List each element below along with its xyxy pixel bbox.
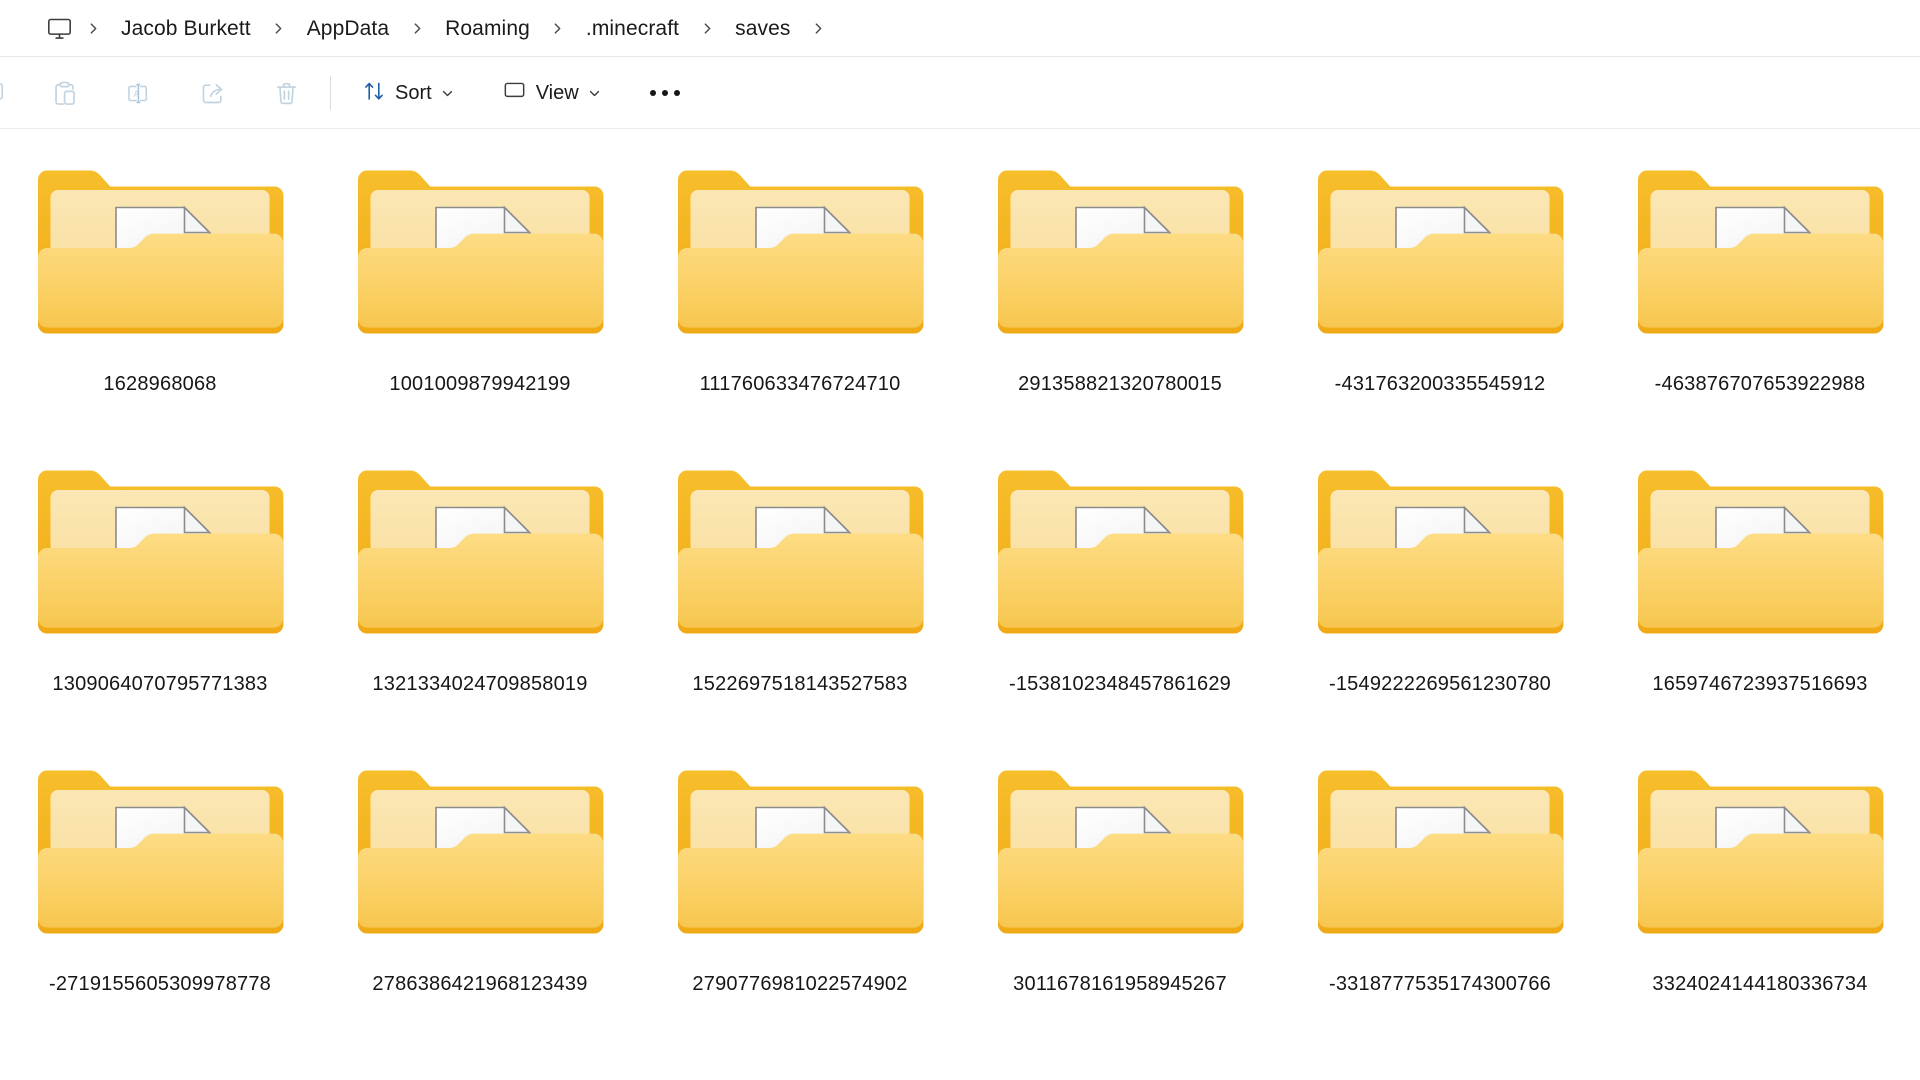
folder-icon <box>1312 457 1568 657</box>
icon-grid: 1628968068 1001009879942199 111760633476… <box>0 151 1920 1051</box>
breadcrumb-chevron-icon[interactable] <box>801 14 835 44</box>
breadcrumb-chevron-icon <box>400 14 434 44</box>
paste-icon[interactable] <box>38 71 90 115</box>
folder-icon <box>672 457 928 657</box>
folder-item[interactable]: 291358821320780015 <box>960 151 1280 451</box>
folder-item-label: 1628968068 <box>103 373 217 395</box>
folder-icon <box>352 757 608 957</box>
folder-icon <box>992 457 1248 657</box>
folder-item[interactable]: 1522697518143527583 <box>640 451 960 751</box>
toolbar-divider <box>330 76 331 110</box>
folder-item[interactable]: 3011678161958945267 <box>960 751 1280 1051</box>
breadcrumb-bar[interactable]: Jacob Burkett AppData Roaming .minecraft… <box>0 0 1920 57</box>
folder-item[interactable]: 1321334024709858019 <box>320 451 640 751</box>
folder-icon <box>672 157 928 357</box>
folder-icon <box>672 757 928 957</box>
folder-item-label: 291358821320780015 <box>1018 373 1222 395</box>
folder-icon <box>1632 157 1888 357</box>
folder-item-label: 2790776981022574902 <box>692 973 908 995</box>
folder-item-label: -463876707653922988 <box>1654 373 1866 395</box>
folder-item-label: -2719155605309978778 <box>49 973 271 995</box>
view-button[interactable]: View <box>489 70 614 116</box>
folder-item-label: 3324024144180336734 <box>1652 973 1868 995</box>
folder-item[interactable]: -1538102348457861629 <box>960 451 1280 751</box>
dot <box>673 90 680 96</box>
folder-item-label: 111760633476724710 <box>699 373 901 395</box>
file-list-view: 1628968068 1001009879942199 111760633476… <box>0 129 1920 1080</box>
folder-item-label: 2786386421968123439 <box>372 973 588 995</box>
sort-button[interactable]: Sort <box>349 70 467 116</box>
folder-item-label: 1309064070795771383 <box>52 673 268 695</box>
delete-icon[interactable] <box>260 71 312 115</box>
sort-icon <box>362 79 386 108</box>
folder-icon <box>992 757 1248 957</box>
copy-icon[interactable] <box>0 71 16 115</box>
folder-item[interactable]: -463876707653922988 <box>1600 151 1920 451</box>
folder-item-label: -1549222269561230780 <box>1329 673 1551 695</box>
folder-item-label: 1001009879942199 <box>389 373 571 395</box>
folder-icon <box>1312 757 1568 957</box>
folder-item[interactable]: -1549222269561230780 <box>1280 451 1600 751</box>
breadcrumb-chevron-icon <box>262 14 296 44</box>
folder-icon <box>32 757 288 957</box>
folder-item-label: 1659746723937516693 <box>1652 673 1868 695</box>
folder-item[interactable]: -431763200335545912 <box>1280 151 1600 451</box>
breadcrumb-item-user[interactable]: Jacob Burkett <box>110 13 262 45</box>
view-label: View <box>535 81 579 104</box>
folder-item-label: -3318777535174300766 <box>1329 973 1551 995</box>
see-more-button[interactable] <box>636 71 694 115</box>
sort-label: Sort <box>395 81 432 104</box>
folder-item[interactable]: 2786386421968123439 <box>320 751 640 1051</box>
rename-icon[interactable]: A <box>112 71 164 115</box>
folder-item[interactable]: -3318777535174300766 <box>1280 751 1600 1051</box>
folder-item[interactable]: 1001009879942199 <box>320 151 640 451</box>
folder-item[interactable]: 1309064070795771383 <box>0 451 320 751</box>
folder-icon <box>32 157 288 357</box>
folder-item-label: 1522697518143527583 <box>692 673 908 695</box>
folder-icon <box>992 157 1248 357</box>
breadcrumb-chevron-icon <box>541 14 575 44</box>
folder-item-label: 1321334024709858019 <box>372 673 588 695</box>
folder-item[interactable]: 1659746723937516693 <box>1600 451 1920 751</box>
folder-icon <box>32 457 288 657</box>
chevron-down-icon <box>441 87 454 100</box>
folder-item[interactable]: 1628968068 <box>0 151 320 451</box>
breadcrumb-item-roaming[interactable]: Roaming <box>434 13 541 45</box>
breadcrumb-item-minecraft[interactable]: .minecraft <box>575 13 690 45</box>
view-monitor-icon <box>502 78 527 108</box>
folder-icon <box>1632 457 1888 657</box>
folder-icon <box>1312 157 1568 357</box>
this-pc-monitor-icon[interactable] <box>42 12 76 46</box>
breadcrumb-chevron-icon <box>76 14 110 44</box>
folder-item-label: -1538102348457861629 <box>1009 673 1231 695</box>
folder-item[interactable]: 111760633476724710 <box>640 151 960 451</box>
folder-item-label: 3011678161958945267 <box>1013 973 1227 995</box>
share-icon[interactable] <box>186 71 238 115</box>
folder-icon <box>1632 757 1888 957</box>
folder-item-label: -431763200335545912 <box>1334 373 1546 395</box>
folder-item[interactable]: -2719155605309978778 <box>0 751 320 1051</box>
chevron-down-icon <box>588 87 601 100</box>
breadcrumb-item-saves[interactable]: saves <box>724 13 801 45</box>
dot <box>649 90 656 96</box>
folder-item[interactable]: 3324024144180336734 <box>1600 751 1920 1051</box>
dot <box>661 90 668 96</box>
breadcrumb-item-appdata[interactable]: AppData <box>296 13 400 45</box>
command-toolbar: A Sort View <box>0 57 1920 129</box>
folder-icon <box>352 157 608 357</box>
breadcrumb-chevron-icon <box>690 14 724 44</box>
folder-icon <box>352 457 608 657</box>
folder-item[interactable]: 2790776981022574902 <box>640 751 960 1051</box>
